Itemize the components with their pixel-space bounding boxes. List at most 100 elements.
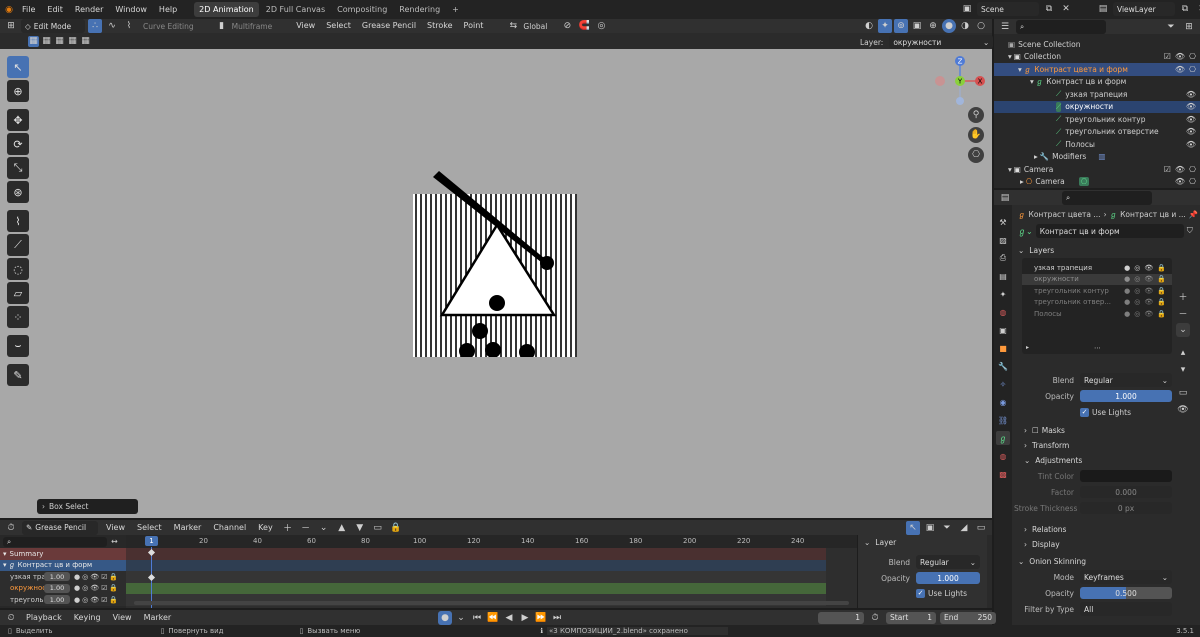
select-new-icon[interactable]: ▦	[28, 35, 39, 47]
onion-skinning-panel-header[interactable]: ⌄ Onion Skinning	[1014, 554, 1200, 569]
keyframe-area[interactable]: 20 40 60 80 100 120 140 160 180 200 220 …	[126, 535, 857, 608]
tab-rendering[interactable]: Rendering	[394, 2, 445, 17]
shading-wireframe-icon[interactable]: ⊕	[926, 19, 940, 33]
add-layer-icon[interactable]: ＋	[281, 521, 295, 535]
channel-opacity-field[interactable]: 1.00	[44, 595, 70, 605]
move-layer-up-icon[interactable]: ▴	[1176, 346, 1190, 360]
checkbox-icon[interactable]: ☑	[101, 596, 107, 604]
onion-icon[interactable]: ◎	[1134, 310, 1140, 318]
gizmo-toggle-icon[interactable]: ✦	[878, 19, 892, 33]
outliner-row-collection[interactable]: ▾ ▣ Collection ☑ 👁 ⎔	[994, 51, 1200, 64]
new-collection-icon[interactable]: ⊞	[1182, 20, 1196, 34]
zoom-icon[interactable]: ⚲	[968, 107, 984, 123]
tl-menu-view[interactable]: View	[109, 610, 136, 625]
modifier-tab-icon[interactable]: 🔧	[996, 359, 1010, 373]
channel-search[interactable]: ⌕	[3, 536, 107, 547]
add-layer-icon[interactable]: ＋	[1176, 289, 1190, 303]
dot-icon[interactable]: ●	[74, 596, 80, 604]
delete-scene-icon[interactable]: ✕	[1059, 2, 1073, 16]
relations-panel-header[interactable]: › Relations	[1014, 522, 1200, 537]
tab-2d-animation[interactable]: 2D Animation	[194, 2, 259, 17]
eye-icon[interactable]: 👁	[1144, 287, 1153, 295]
play-reverse-icon[interactable]: ◀	[502, 611, 516, 625]
list-resize-handle-icon[interactable]: ⋯	[1094, 344, 1101, 352]
swap-icon[interactable]: ↔	[111, 537, 118, 546]
record-icon[interactable]: ●	[438, 610, 452, 625]
tool-interpolate[interactable]: ⌣	[7, 335, 29, 357]
layer-list-item[interactable]: треугольник отвер... ● ◎ 👁 🔒	[1022, 297, 1172, 309]
viewport-3d[interactable]: ↖ ⊕ ✥ ⟳ ⤡ ⊛ ⌇ ⟋ ◌ ▱ ⁘ ⌣ ✎ Z Y X ⚲ ✋ ⎔ › …	[0, 49, 992, 518]
eye-icon[interactable]: 👁	[1175, 65, 1185, 74]
masks-panel-header[interactable]: › ☐ Masks	[1014, 423, 1200, 438]
outliner-row-layer-active[interactable]: ⟋ окружности 👁	[994, 100, 1200, 113]
transform-orientation-selector[interactable]: Global	[523, 22, 557, 31]
jump-end-icon[interactable]: ⏭	[550, 611, 564, 625]
end-frame-field[interactable]: End 250	[940, 611, 996, 624]
jump-start-icon[interactable]: ⏮	[470, 611, 484, 625]
render-tab-icon[interactable]: ▨	[996, 233, 1010, 247]
select-subtract-icon[interactable]: ▦	[54, 36, 65, 47]
world-tab-icon[interactable]: ◍	[996, 305, 1010, 319]
eye-icon[interactable]: 👁	[1144, 298, 1153, 306]
filter-by-type-dropdown[interactable]: All	[1080, 602, 1172, 616]
menu-help[interactable]: Help	[153, 0, 183, 19]
current-frame-indicator[interactable]: 1	[145, 536, 158, 546]
channel-opacity-field[interactable]: 1.00	[44, 583, 70, 593]
tab-compositing[interactable]: Compositing	[332, 2, 392, 17]
shading-material-icon[interactable]: ◑	[958, 19, 972, 33]
ds-menu-channel[interactable]: Channel	[209, 520, 250, 535]
ds-menu-select[interactable]: Select	[133, 520, 166, 535]
layer-channel-row[interactable]: треугольн 1.00 ●◎👁☑🔒	[0, 594, 126, 606]
tl-menu-marker[interactable]: Marker	[140, 610, 176, 625]
tool-cursor[interactable]: ⊕	[7, 80, 29, 102]
dot-icon[interactable]: ●	[1124, 287, 1130, 295]
move-up-icon[interactable]: ▲	[335, 521, 349, 535]
eye-icon[interactable]: 👁	[1175, 177, 1185, 186]
new-view-layer-icon[interactable]: ⧉	[1178, 2, 1192, 16]
eye-icon[interactable]: 👁	[1186, 115, 1196, 124]
channel-opacity-field[interactable]: 1.00	[44, 572, 70, 582]
tool-to-sphere[interactable]: ◌	[7, 258, 29, 280]
add-workspace-button[interactable]: +	[447, 2, 464, 17]
lock-icon[interactable]: 🔒	[109, 584, 118, 592]
delete-view-layer-icon[interactable]: ✕	[1195, 2, 1200, 16]
lock-icon[interactable]: 🔒	[1157, 310, 1166, 318]
pin-icon[interactable]: 📌	[1189, 210, 1198, 219]
snap-icon[interactable]: 🧲	[577, 19, 591, 33]
view-layer-tab-icon[interactable]: ▤	[996, 269, 1010, 283]
tool-shear[interactable]: ⟋	[7, 234, 29, 256]
tool-bend[interactable]: ⌇	[7, 210, 29, 232]
snap-icon[interactable]: ◢	[957, 521, 971, 535]
multiframe-toggle[interactable]: Multiframe	[232, 22, 273, 31]
tool-rotate[interactable]: ⟳	[7, 133, 29, 155]
lock-icon[interactable]: 🔒	[1157, 275, 1166, 283]
outliner-row-layer[interactable]: ⟋ треугольник контур 👁	[994, 113, 1200, 126]
dopesheet-editor-icon[interactable]: ⏱	[4, 521, 18, 535]
select-extend-icon[interactable]: ▦	[41, 36, 52, 47]
blend-dropdown[interactable]: Regular ⌄	[1080, 373, 1172, 387]
object-channel-row[interactable]: ▾ ℊ Контраст цв и форм	[0, 559, 126, 571]
select-segment-icon[interactable]: ⌇	[122, 19, 136, 33]
lock-icon[interactable]: 🔒	[389, 521, 403, 535]
scene-selector[interactable]: Scene	[977, 2, 1039, 16]
tint-color-swatch[interactable]	[1080, 470, 1172, 482]
onion-icon[interactable]: ◎	[82, 573, 88, 581]
vp-menu-point[interactable]: Point	[460, 19, 488, 33]
dot-icon[interactable]: ●	[1124, 310, 1130, 318]
onion-icon[interactable]: ◎	[1134, 264, 1140, 272]
layer-display-icon[interactable]: ▭	[1176, 386, 1190, 400]
lock-icon[interactable]: 🔒	[109, 573, 118, 581]
outliner-row-scene-collection[interactable]: ▣ Scene Collection	[994, 38, 1200, 51]
chevron-down-icon[interactable]: ⌄	[454, 611, 468, 625]
display-icon[interactable]: ▭	[371, 521, 385, 535]
remove-layer-icon[interactable]: －	[1176, 306, 1190, 320]
layers-panel-header[interactable]: ⌄ Layers	[1014, 243, 1200, 258]
dot-icon[interactable]: ●	[1124, 275, 1130, 283]
vp-menu-select[interactable]: Select	[322, 19, 355, 33]
datablock-name-field[interactable]: Контраст цв и форм	[1035, 224, 1184, 238]
horizontal-scrollbar[interactable]	[134, 601, 849, 605]
layer-specials-icon[interactable]: ⌄	[1176, 323, 1190, 337]
lock-icon[interactable]: 🔒	[1157, 287, 1166, 295]
expand-icon[interactable]: ▸	[1034, 152, 1038, 161]
eye-icon[interactable]: 👁	[1175, 165, 1185, 174]
